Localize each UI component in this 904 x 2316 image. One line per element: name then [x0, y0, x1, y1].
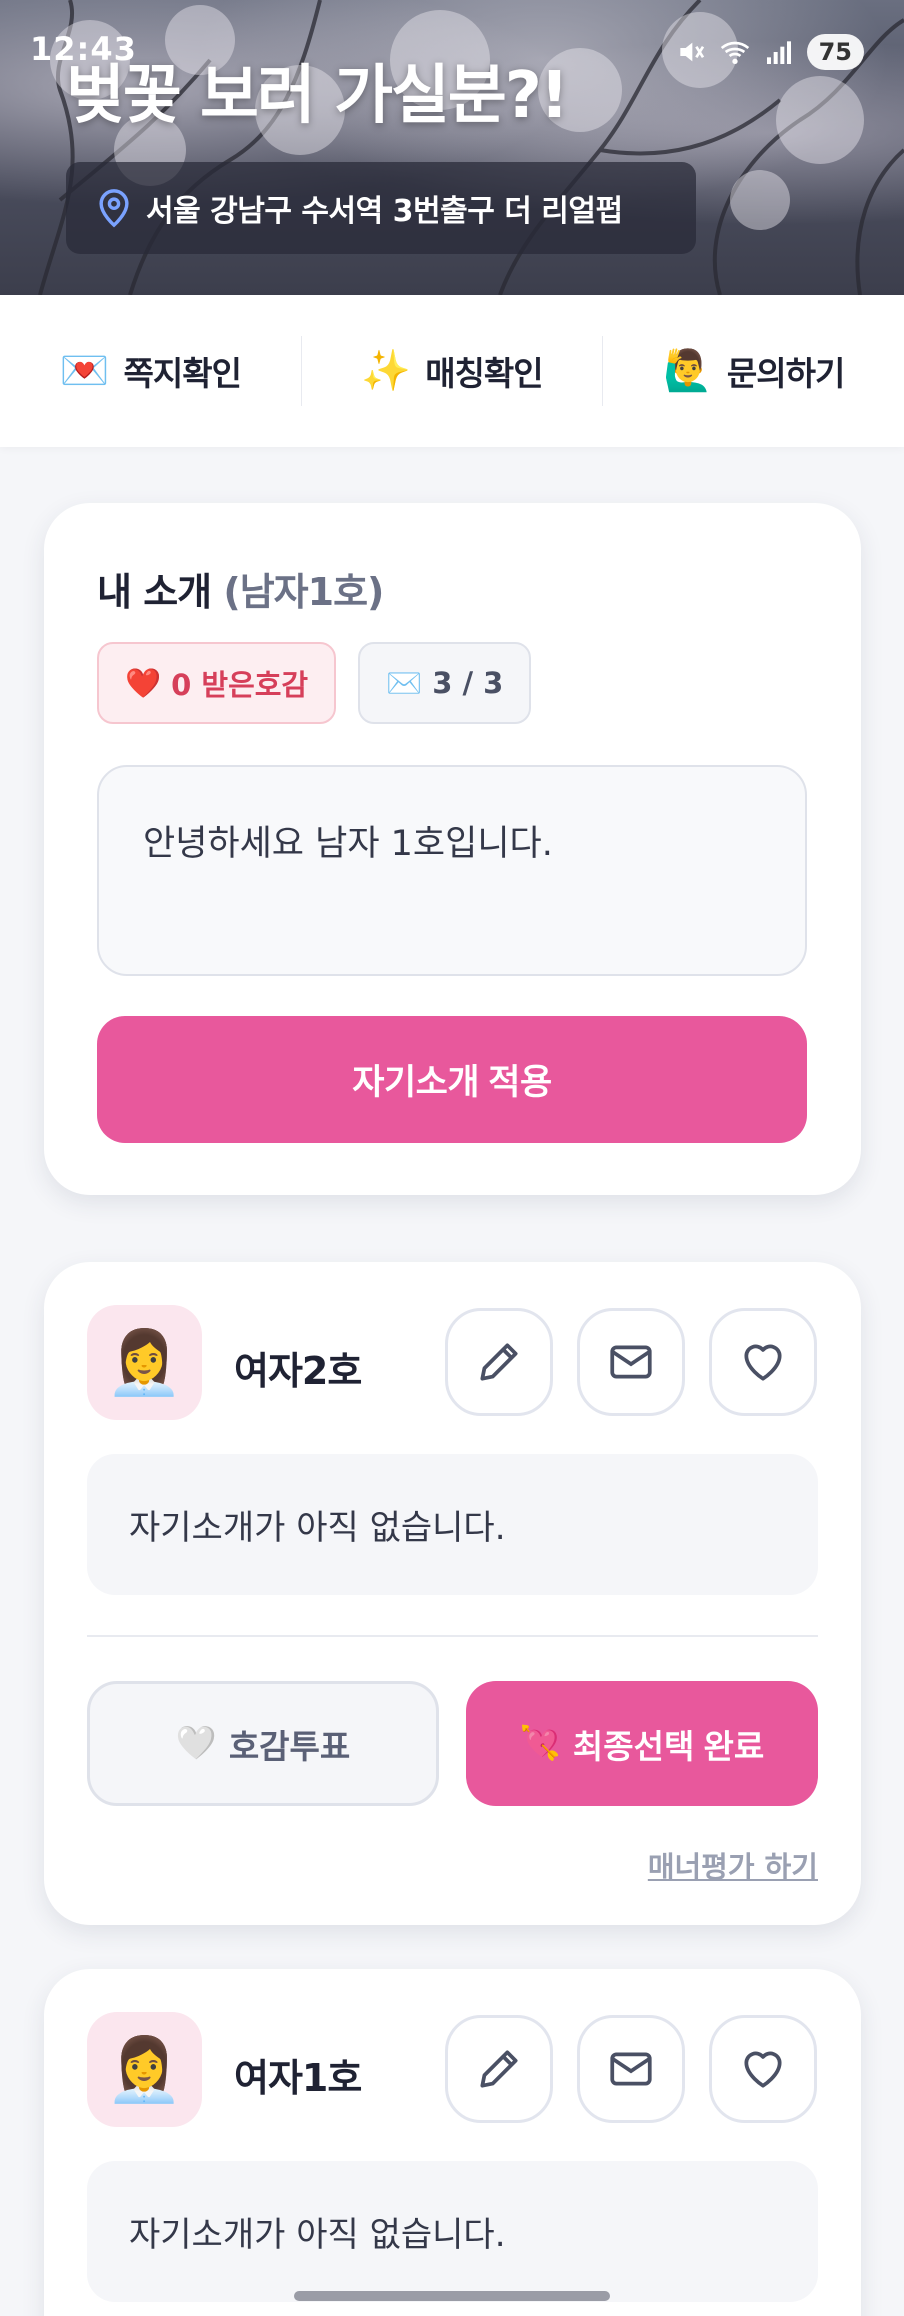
location-text: 서울 강남구 수서역 3번출구 더 리얼펍	[146, 194, 623, 229]
profile-card: 👩‍💼 여자1호 자기소개가 아직 없습니다.	[44, 1969, 861, 2316]
location-pill[interactable]: 서울 강남구 수서역 3번출구 더 리얼펍	[66, 162, 696, 254]
top-nav: 💌 쪽지확인 ✨ 매칭확인 🙋‍♂️ 문의하기	[0, 295, 904, 447]
my-intro-card: 내 소개 (남자1호) ❤️ 0 받은호감 ✉️ 3 / 3 안녕하세요 남자 …	[44, 503, 861, 1195]
signal-icon	[766, 41, 791, 64]
heart-arrow-icon: 💘	[519, 1724, 561, 1761]
profile-card: 👩‍💼 여자2호 자기소개가 아직 없습니다. 🤍 호감투표 💘 최종선택 완료…	[44, 1262, 861, 1925]
message-button[interactable]	[577, 1308, 685, 1416]
mute-icon	[679, 42, 704, 62]
likes-count: 0 받은호감	[171, 668, 309, 702]
vote-label: 호감투표	[228, 1727, 351, 1765]
likes-badge: ❤️ 0 받은호감	[97, 642, 337, 724]
home-indicator[interactable]	[294, 2291, 610, 2301]
profile-name: 여자1호	[234, 2056, 362, 2100]
mail-icon	[610, 1345, 652, 1379]
intro-textarea[interactable]: 안녕하세요 남자 1호입니다.	[97, 765, 807, 976]
hero-banner: 12:43 75 벚꽃 보러 가실분?! 서울 강남구 수서역 3번출구 더 리…	[0, 0, 904, 295]
battery-indicator: 75	[806, 34, 864, 70]
message-button[interactable]	[577, 2015, 685, 2123]
status-icons: 75	[675, 34, 864, 70]
my-stats: ❤️ 0 받은호감 ✉️ 3 / 3	[97, 642, 532, 724]
apply-intro-button[interactable]: 자기소개 적용	[97, 1016, 807, 1143]
pencil-icon	[480, 1343, 518, 1381]
my-intro-title: 내 소개 (남자1호)	[97, 561, 384, 616]
white-heart-icon: 🤍	[175, 1724, 217, 1761]
final-choice-button[interactable]: 💘 최종선택 완료	[466, 1681, 818, 1806]
final-choice-label: 최종선택 완료	[572, 1727, 765, 1765]
raising-hand-icon: 🙋‍♂️	[663, 348, 713, 394]
map-pin-icon	[99, 189, 129, 228]
avatar: 👩‍💼	[87, 2012, 202, 2127]
divider	[87, 1635, 818, 1637]
like-button[interactable]	[709, 2015, 817, 2123]
my-intro-heading: 내 소개	[97, 570, 212, 614]
envelope-icon: ✉️	[386, 665, 423, 700]
mail-icon	[610, 2052, 652, 2086]
nav-messages[interactable]: 💌 쪽지확인	[0, 336, 301, 406]
messages-badge: ✉️ 3 / 3	[358, 642, 532, 724]
avatar: 👩‍💼	[87, 1305, 202, 1420]
manner-rating-link[interactable]: 매너평가 하기	[648, 1844, 818, 1886]
sparkles-icon: ✨	[361, 348, 412, 394]
heart-outline-icon	[744, 1344, 782, 1381]
nav-matching[interactable]: ✨ 매칭확인	[300, 336, 603, 406]
vote-button[interactable]: 🤍 호감투표	[87, 1681, 439, 1806]
nav-matching-label: 매칭확인	[425, 354, 543, 393]
heart-icon: ❤️	[125, 665, 162, 700]
wifi-icon	[720, 41, 749, 64]
hero-title: 벚꽃 보러 가실분?!	[66, 59, 569, 133]
love-letter-icon: 💌	[59, 348, 110, 394]
profile-intro: 자기소개가 아직 없습니다.	[87, 2161, 818, 2302]
like-button[interactable]	[709, 1308, 817, 1416]
profile-name: 여자2호	[234, 1349, 362, 1393]
messages-count: 3 / 3	[432, 666, 504, 700]
nav-inquiry[interactable]: 🙋‍♂️ 문의하기	[602, 336, 904, 406]
profile-intro: 자기소개가 아직 없습니다.	[87, 1454, 818, 1595]
pencil-icon	[480, 2050, 518, 2088]
edit-button[interactable]	[445, 2015, 553, 2123]
edit-button[interactable]	[445, 1308, 553, 1416]
heart-outline-icon	[744, 2051, 782, 2088]
my-intro-subtitle: (남자1호)	[223, 570, 384, 614]
nav-messages-label: 쪽지확인	[123, 354, 242, 393]
nav-inquiry-label: 문의하기	[726, 354, 845, 393]
